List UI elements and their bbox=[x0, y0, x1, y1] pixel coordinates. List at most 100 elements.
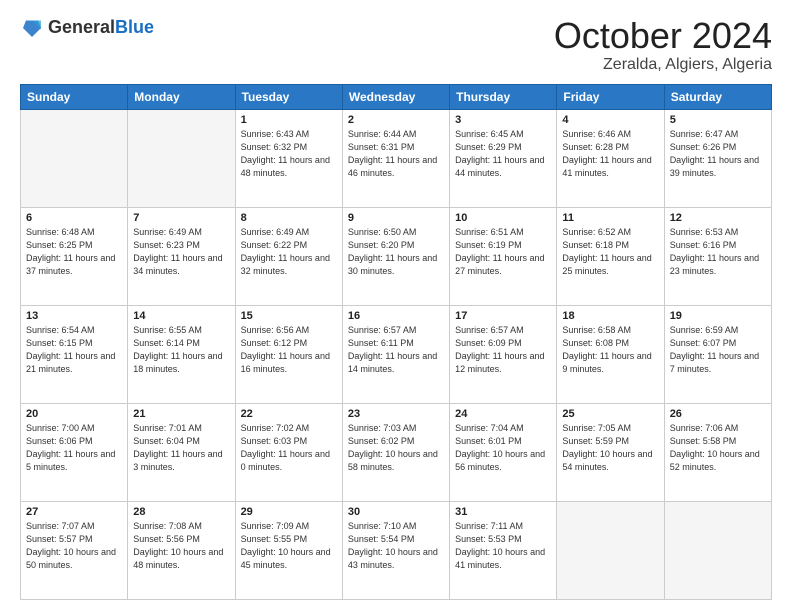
calendar-day-cell: 11 Sunrise: 6:52 AMSunset: 6:18 PMDayligh… bbox=[557, 207, 664, 305]
calendar-day-cell: 31 Sunrise: 7:11 AMSunset: 5:53 PMDayligh… bbox=[450, 501, 557, 599]
day-number: 5 bbox=[670, 114, 766, 126]
day-number: 11 bbox=[562, 212, 658, 224]
day-info: Sunrise: 6:43 AMSunset: 6:32 PMDaylight:… bbox=[241, 128, 337, 180]
location: Zeralda, Algiers, Algeria bbox=[554, 56, 772, 74]
title-block: October 2024 Zeralda, Algiers, Algeria bbox=[554, 16, 772, 74]
logo-blue: Blue bbox=[115, 17, 154, 37]
day-number: 10 bbox=[455, 212, 551, 224]
day-info: Sunrise: 7:05 AMSunset: 5:59 PMDaylight:… bbox=[562, 422, 658, 474]
day-number: 25 bbox=[562, 408, 658, 420]
day-number: 12 bbox=[670, 212, 766, 224]
calendar-day-cell: 18 Sunrise: 6:58 AMSunset: 6:08 PMDayligh… bbox=[557, 305, 664, 403]
weekday-header: Tuesday bbox=[235, 84, 342, 109]
day-number: 27 bbox=[26, 506, 122, 518]
day-number: 13 bbox=[26, 310, 122, 322]
day-info: Sunrise: 7:09 AMSunset: 5:55 PMDaylight:… bbox=[241, 520, 337, 572]
calendar-day-cell: 14 Sunrise: 6:55 AMSunset: 6:14 PMDayligh… bbox=[128, 305, 235, 403]
day-info: Sunrise: 6:48 AMSunset: 6:25 PMDaylight:… bbox=[26, 226, 122, 278]
logo-icon bbox=[20, 16, 44, 40]
day-info: Sunrise: 6:44 AMSunset: 6:31 PMDaylight:… bbox=[348, 128, 444, 180]
day-number: 15 bbox=[241, 310, 337, 322]
day-info: Sunrise: 7:11 AMSunset: 5:53 PMDaylight:… bbox=[455, 520, 551, 572]
day-number: 8 bbox=[241, 212, 337, 224]
weekday-header: Thursday bbox=[450, 84, 557, 109]
day-info: Sunrise: 6:54 AMSunset: 6:15 PMDaylight:… bbox=[26, 324, 122, 376]
day-number: 14 bbox=[133, 310, 229, 322]
calendar-day-cell bbox=[128, 109, 235, 207]
calendar-day-cell: 4Sunrise: 6:46 AMSunset: 6:28 PMDaylight… bbox=[557, 109, 664, 207]
weekday-header: Wednesday bbox=[342, 84, 449, 109]
calendar-day-cell: 15 Sunrise: 6:56 AMSunset: 6:12 PMDayligh… bbox=[235, 305, 342, 403]
day-number: 3 bbox=[455, 114, 551, 126]
day-number: 7 bbox=[133, 212, 229, 224]
calendar-day-cell: 23 Sunrise: 7:03 AMSunset: 6:02 PMDayligh… bbox=[342, 403, 449, 501]
day-info: Sunrise: 7:08 AMSunset: 5:56 PMDaylight:… bbox=[133, 520, 229, 572]
calendar-day-cell: 1Sunrise: 6:43 AMSunset: 6:32 PMDaylight… bbox=[235, 109, 342, 207]
day-number: 20 bbox=[26, 408, 122, 420]
calendar-day-cell: 22Sunrise: 7:02 AMSunset: 6:03 PMDayligh… bbox=[235, 403, 342, 501]
day-info: Sunrise: 6:56 AMSunset: 6:12 PMDaylight:… bbox=[241, 324, 337, 376]
day-info: Sunrise: 6:59 AMSunset: 6:07 PMDaylight:… bbox=[670, 324, 766, 376]
day-info: Sunrise: 6:45 AMSunset: 6:29 PMDaylight:… bbox=[455, 128, 551, 180]
calendar-table: SundayMondayTuesdayWednesdayThursdayFrid… bbox=[20, 84, 772, 600]
calendar-header-row: SundayMondayTuesdayWednesdayThursdayFrid… bbox=[21, 84, 772, 109]
day-number: 9 bbox=[348, 212, 444, 224]
day-number: 21 bbox=[133, 408, 229, 420]
weekday-header: Sunday bbox=[21, 84, 128, 109]
day-number: 18 bbox=[562, 310, 658, 322]
calendar-day-cell: 12 Sunrise: 6:53 AMSunset: 6:16 PMDayligh… bbox=[664, 207, 771, 305]
calendar-day-cell bbox=[664, 501, 771, 599]
day-info: Sunrise: 6:47 AMSunset: 6:26 PMDaylight:… bbox=[670, 128, 766, 180]
calendar-day-cell: 17 Sunrise: 6:57 AMSunset: 6:09 PMDayligh… bbox=[450, 305, 557, 403]
day-number: 31 bbox=[455, 506, 551, 518]
calendar-day-cell: 29 Sunrise: 7:09 AMSunset: 5:55 PMDayligh… bbox=[235, 501, 342, 599]
calendar-day-cell: 13 Sunrise: 6:54 AMSunset: 6:15 PMDayligh… bbox=[21, 305, 128, 403]
day-info: Sunrise: 7:04 AMSunset: 6:01 PMDaylight:… bbox=[455, 422, 551, 474]
day-info: Sunrise: 7:00 AMSunset: 6:06 PMDaylight:… bbox=[26, 422, 122, 474]
calendar-day-cell: 8 Sunrise: 6:49 AMSunset: 6:22 PMDaylight… bbox=[235, 207, 342, 305]
weekday-header: Friday bbox=[557, 84, 664, 109]
calendar-day-cell: 16 Sunrise: 6:57 AMSunset: 6:11 PMDayligh… bbox=[342, 305, 449, 403]
day-info: Sunrise: 6:49 AMSunset: 6:22 PMDaylight:… bbox=[241, 226, 337, 278]
day-info: Sunrise: 6:50 AMSunset: 6:20 PMDaylight:… bbox=[348, 226, 444, 278]
day-number: 23 bbox=[348, 408, 444, 420]
day-info: Sunrise: 7:03 AMSunset: 6:02 PMDaylight:… bbox=[348, 422, 444, 474]
calendar-day-cell: 25 Sunrise: 7:05 AMSunset: 5:59 PMDayligh… bbox=[557, 403, 664, 501]
day-number: 17 bbox=[455, 310, 551, 322]
day-info: Sunrise: 6:53 AMSunset: 6:16 PMDaylight:… bbox=[670, 226, 766, 278]
month-title: October 2024 bbox=[554, 16, 772, 56]
day-info: Sunrise: 6:46 AMSunset: 6:28 PMDaylight:… bbox=[562, 128, 658, 180]
calendar-day-cell: 20 Sunrise: 7:00 AMSunset: 6:06 PMDayligh… bbox=[21, 403, 128, 501]
day-info: Sunrise: 6:57 AMSunset: 6:11 PMDaylight:… bbox=[348, 324, 444, 376]
calendar-week-row: 6 Sunrise: 6:48 AMSunset: 6:25 PMDaylight… bbox=[21, 207, 772, 305]
day-number: 26 bbox=[670, 408, 766, 420]
calendar-week-row: 1Sunrise: 6:43 AMSunset: 6:32 PMDaylight… bbox=[21, 109, 772, 207]
calendar-day-cell: 3 Sunrise: 6:45 AMSunset: 6:29 PMDaylight… bbox=[450, 109, 557, 207]
day-info: Sunrise: 6:52 AMSunset: 6:18 PMDaylight:… bbox=[562, 226, 658, 278]
calendar-day-cell: 7 Sunrise: 6:49 AMSunset: 6:23 PMDaylight… bbox=[128, 207, 235, 305]
day-info: Sunrise: 6:49 AMSunset: 6:23 PMDaylight:… bbox=[133, 226, 229, 278]
weekday-header: Monday bbox=[128, 84, 235, 109]
day-info: Sunrise: 7:06 AMSunset: 5:58 PMDaylight:… bbox=[670, 422, 766, 474]
calendar-day-cell: 27Sunrise: 7:07 AMSunset: 5:57 PMDayligh… bbox=[21, 501, 128, 599]
calendar-day-cell bbox=[557, 501, 664, 599]
day-info: Sunrise: 6:55 AMSunset: 6:14 PMDaylight:… bbox=[133, 324, 229, 376]
day-number: 29 bbox=[241, 506, 337, 518]
day-number: 6 bbox=[26, 212, 122, 224]
logo: GeneralBlue bbox=[20, 16, 154, 40]
day-info: Sunrise: 6:57 AMSunset: 6:09 PMDaylight:… bbox=[455, 324, 551, 376]
calendar-day-cell: 28Sunrise: 7:08 AMSunset: 5:56 PMDayligh… bbox=[128, 501, 235, 599]
day-number: 16 bbox=[348, 310, 444, 322]
calendar-day-cell bbox=[21, 109, 128, 207]
day-number: 2 bbox=[348, 114, 444, 126]
calendar-day-cell: 5 Sunrise: 6:47 AMSunset: 6:26 PMDaylight… bbox=[664, 109, 771, 207]
calendar-day-cell: 19 Sunrise: 6:59 AMSunset: 6:07 PMDayligh… bbox=[664, 305, 771, 403]
calendar-week-row: 20 Sunrise: 7:00 AMSunset: 6:06 PMDayligh… bbox=[21, 403, 772, 501]
day-info: Sunrise: 6:58 AMSunset: 6:08 PMDaylight:… bbox=[562, 324, 658, 376]
calendar-day-cell: 10Sunrise: 6:51 AMSunset: 6:19 PMDayligh… bbox=[450, 207, 557, 305]
day-number: 19 bbox=[670, 310, 766, 322]
calendar-day-cell: 30Sunrise: 7:10 AMSunset: 5:54 PMDayligh… bbox=[342, 501, 449, 599]
calendar-day-cell: 26 Sunrise: 7:06 AMSunset: 5:58 PMDayligh… bbox=[664, 403, 771, 501]
day-number: 30 bbox=[348, 506, 444, 518]
logo-general: General bbox=[48, 17, 115, 37]
